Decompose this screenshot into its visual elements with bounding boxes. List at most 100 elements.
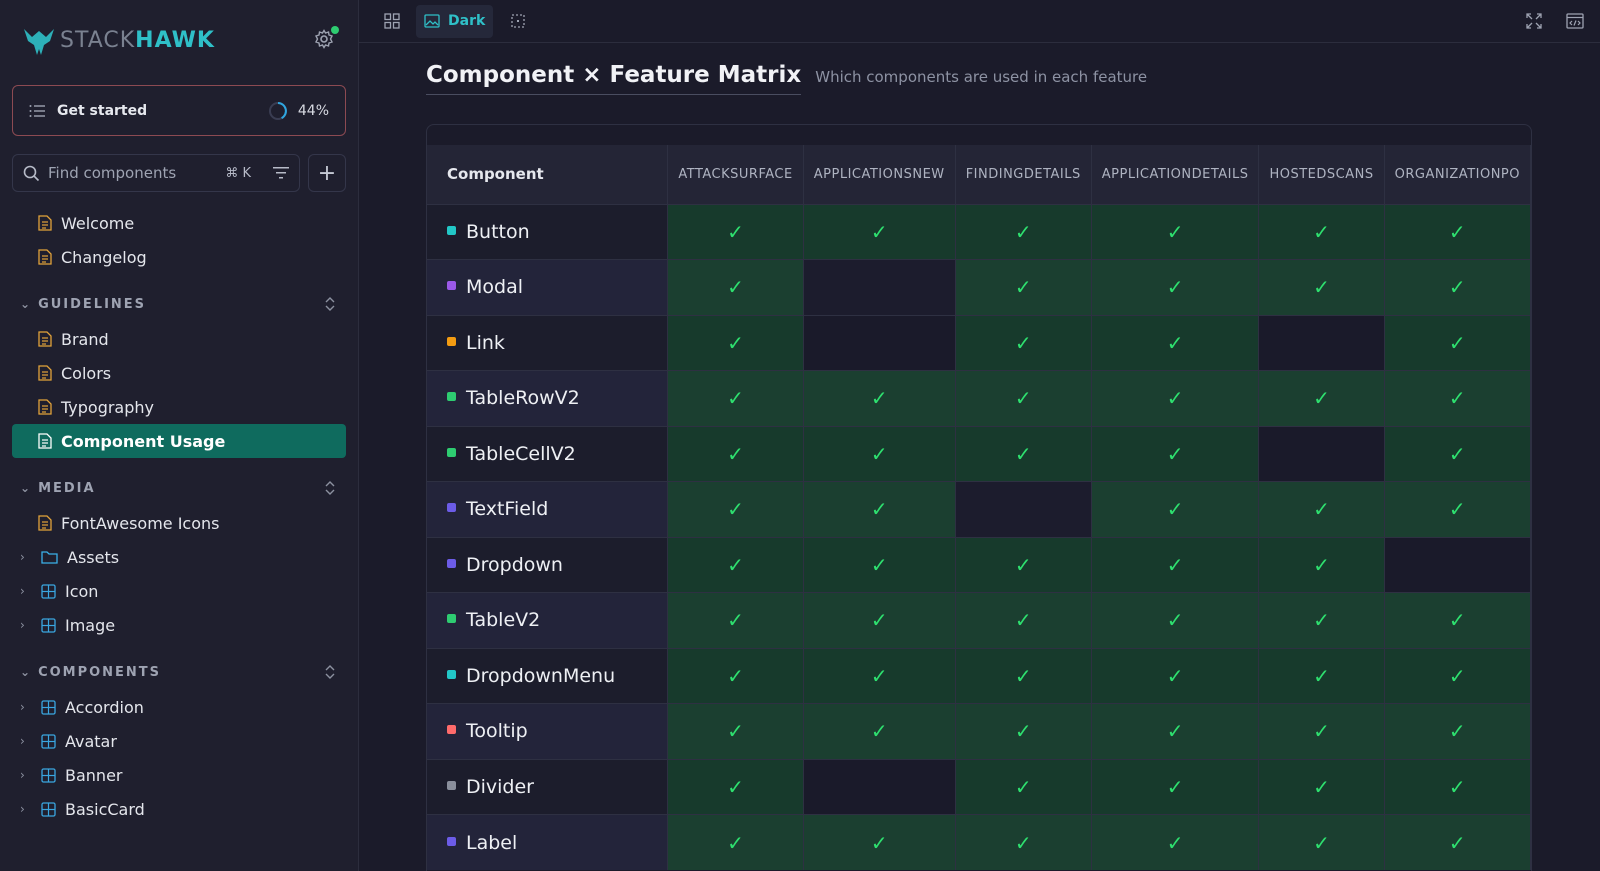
- chevron-right-icon[interactable]: ›: [20, 550, 32, 564]
- sidebar-item-fontawesome-icons[interactable]: FontAwesome Icons: [0, 506, 358, 540]
- component-color-swatch: [447, 669, 456, 679]
- sidebar-item-component-usage[interactable]: Component Usage: [12, 424, 346, 458]
- sidebar-item-label: Brand: [61, 329, 109, 349]
- search-input[interactable]: Find components ⌘ K: [12, 154, 300, 192]
- matrix-cell-used: ✓: [667, 814, 804, 870]
- stackhawk-logo[interactable]: STACK HAWK: [22, 23, 215, 57]
- grid-view-button[interactable]: [375, 5, 408, 38]
- column-header-organizationpo[interactable]: ORGANIZATIONPO: [1384, 145, 1531, 204]
- component-name: Label: [466, 831, 518, 854]
- filter-icon[interactable]: [273, 166, 289, 180]
- column-header-attacksurface[interactable]: ATTACKSURFACE: [667, 145, 804, 204]
- matrix-cell-used: ✓: [667, 647, 804, 704]
- matrix-cell-used: ✓: [803, 592, 956, 648]
- component-name-cell[interactable]: Tooltip: [427, 703, 669, 759]
- matrix-cell-used: ✓: [1091, 592, 1260, 648]
- check-icon: ✓: [1166, 330, 1184, 355]
- expand-collapse-icon[interactable]: [324, 295, 336, 313]
- component-name-cell[interactable]: Label: [427, 814, 669, 870]
- settings-button[interactable]: [314, 26, 339, 51]
- table-row: Link ✓ ✓ ✓ ✓: [427, 314, 1531, 371]
- section-guidelines[interactable]: ⌄ GUIDELINES: [0, 286, 358, 322]
- sidebar-item-changelog[interactable]: Changelog: [0, 240, 358, 274]
- chevron-right-icon[interactable]: ›: [20, 618, 32, 632]
- matrix-cell-used: ✓: [667, 703, 804, 759]
- matrix-cell-used: ✓: [1091, 814, 1260, 870]
- component-icon: [41, 767, 56, 783]
- section-media[interactable]: ⌄ MEDIA: [0, 470, 358, 506]
- matrix-cell-empty: [803, 314, 956, 371]
- matrix-cell-used: ✓: [1091, 481, 1260, 537]
- component-color-swatch: [447, 725, 456, 735]
- component-name: TableCellV2: [466, 442, 576, 465]
- check-icon: ✓: [1166, 774, 1184, 799]
- sidebar-item-basiccard[interactable]: › BasicCard: [0, 792, 358, 826]
- sidebar-item-banner[interactable]: › Banner: [0, 758, 358, 792]
- component-color-swatch: [447, 281, 456, 291]
- component-name-cell[interactable]: DropdownMenu: [427, 647, 669, 704]
- component-name-cell[interactable]: Modal: [427, 259, 669, 315]
- matrix-cell-used: ✓: [1091, 703, 1260, 759]
- component-color-swatch: [447, 503, 456, 513]
- column-header-applicationsnew[interactable]: APPLICATIONSNEW: [803, 145, 956, 204]
- matrix-cell-empty: [1258, 425, 1385, 482]
- sidebar-item-image[interactable]: › Image: [0, 608, 358, 642]
- sidebar-item-typography[interactable]: Typography: [0, 390, 358, 424]
- matrix-cell-used: ✓: [1091, 259, 1260, 315]
- column-header-applicationdetails[interactable]: APPLICATIONDETAILS: [1091, 145, 1260, 204]
- sidebar-item-brand[interactable]: Brand: [0, 322, 358, 356]
- matrix-cell-used: ✓: [803, 425, 956, 482]
- sidebar-item-assets[interactable]: › Assets: [0, 540, 358, 574]
- check-icon: ✓: [870, 386, 888, 411]
- matrix-cell-used: ✓: [955, 259, 1092, 315]
- check-icon: ✓: [727, 774, 744, 799]
- grid-icon: [383, 13, 400, 29]
- chevron-right-icon[interactable]: ›: [20, 802, 32, 816]
- sidebar-item-label: Avatar: [65, 731, 117, 751]
- sidebar-item-label: BasicCard: [65, 799, 145, 819]
- expand-collapse-icon[interactable]: [324, 479, 336, 497]
- component-icon: [41, 617, 56, 633]
- fullscreen-button[interactable]: [1517, 5, 1550, 38]
- component-name-cell[interactable]: TextField: [427, 481, 669, 537]
- sidebar-item-colors[interactable]: Colors: [0, 356, 358, 390]
- matrix-cell-used: ✓: [1258, 703, 1385, 759]
- search-row: Find components ⌘ K +: [12, 154, 346, 192]
- matrix-cell-used: ✓: [803, 814, 956, 870]
- chevron-right-icon[interactable]: ›: [20, 734, 32, 748]
- measure-button[interactable]: [501, 5, 534, 38]
- component-name: Divider: [466, 775, 534, 798]
- component-color-swatch: [447, 447, 456, 457]
- component-name-cell[interactable]: Dropdown: [427, 536, 669, 593]
- plus-icon: +: [317, 160, 337, 186]
- component-name-cell[interactable]: TableRowV2: [427, 370, 669, 426]
- theme-toggle-button[interactable]: Dark: [416, 4, 494, 38]
- column-header-hostedscans[interactable]: HOSTEDSCANS: [1258, 145, 1385, 204]
- component-name-cell[interactable]: TableCellV2: [427, 425, 669, 482]
- component-name-cell[interactable]: Divider: [427, 758, 669, 815]
- get-started-button[interactable]: Get started 44%: [12, 85, 346, 136]
- check-icon: ✓: [1166, 441, 1184, 466]
- chevron-right-icon[interactable]: ›: [20, 768, 32, 782]
- sidebar-item-avatar[interactable]: › Avatar: [0, 724, 358, 758]
- component-name-cell[interactable]: Link: [427, 314, 669, 371]
- section-components[interactable]: ⌄ COMPONENTS: [0, 654, 358, 690]
- check-icon: ✓: [1448, 608, 1466, 633]
- sidebar-item-accordion[interactable]: › Accordion: [0, 690, 358, 724]
- get-started-progress: 44%: [268, 101, 329, 121]
- main-panel: Dark Component × Feature Matrix Which co…: [359, 0, 1600, 871]
- open-new-tab-button[interactable]: [1558, 5, 1592, 38]
- column-header-findingdetails[interactable]: FINDINGDETAILS: [955, 145, 1092, 204]
- chevron-right-icon[interactable]: ›: [20, 584, 32, 598]
- sidebar-item-icon[interactable]: › Icon: [0, 574, 358, 608]
- check-icon: ✓: [1313, 830, 1330, 855]
- check-icon: ✓: [1448, 386, 1466, 411]
- add-button[interactable]: +: [308, 154, 346, 192]
- column-header-component[interactable]: Component: [427, 145, 669, 204]
- chevron-right-icon[interactable]: ›: [20, 700, 32, 714]
- component-name-cell[interactable]: Button: [427, 203, 669, 260]
- matrix-cell-used: ✓: [1384, 481, 1531, 537]
- component-name-cell[interactable]: TableV2: [427, 592, 669, 648]
- expand-collapse-icon[interactable]: [324, 663, 336, 681]
- sidebar-item-welcome[interactable]: Welcome: [0, 206, 358, 240]
